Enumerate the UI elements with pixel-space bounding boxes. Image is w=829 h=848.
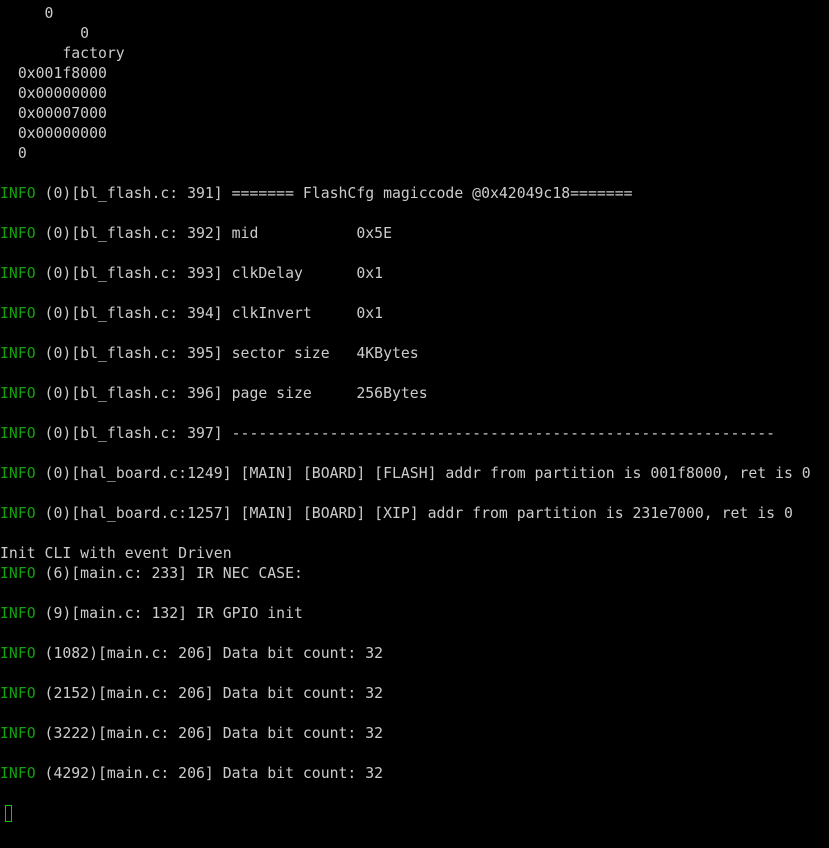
log-message-text: 0x00000000 xyxy=(0,125,107,142)
log-level-label: INFO xyxy=(0,185,36,202)
log-message-text: (0)[bl_flash.c: 391] ======= FlashCfg ma… xyxy=(35,185,633,202)
terminal-line: INFO (6)[main.c: 233] IR NEC CASE: xyxy=(0,564,829,584)
log-message-text: (2152)[main.c: 206] Data bit count: 32 xyxy=(35,685,384,702)
log-level-label: INFO xyxy=(0,505,36,522)
log-level-label: INFO xyxy=(0,345,36,362)
terminal-line: INFO (0)[bl_flash.c: 396] page size 256B… xyxy=(0,384,829,404)
log-level-label: INFO xyxy=(0,765,36,782)
log-message-text: (1082)[main.c: 206] Data bit count: 32 xyxy=(35,645,384,662)
terminal-line: INFO (0)[bl_flash.c: 395] sector size 4K… xyxy=(0,344,829,364)
terminal-line: 0x001f8000 xyxy=(0,64,829,84)
log-message-text: (0)[bl_flash.c: 393] clkDelay 0x1 xyxy=(35,265,384,282)
log-message-text: (9)[main.c: 132] IR GPIO init xyxy=(35,605,303,622)
log-message-text: 0 xyxy=(0,5,54,22)
log-message-text: (0)[bl_flash.c: 395] sector size 4KBytes xyxy=(35,345,419,362)
terminal-line: INFO (1082)[main.c: 206] Data bit count:… xyxy=(0,644,829,664)
terminal-line: 0 xyxy=(0,24,829,44)
log-message-text: (0)[bl_flash.c: 396] page size 256Bytes xyxy=(35,385,428,402)
terminal-line: INFO (4292)[main.c: 206] Data bit count:… xyxy=(0,764,829,784)
log-message-text: 0 xyxy=(0,25,90,42)
log-message-text: (0)[bl_flash.c: 392] mid 0x5E xyxy=(35,225,392,242)
log-message-text: 0x00007000 xyxy=(0,105,107,122)
log-message-text: (0)[bl_flash.c: 394] clkInvert 0x1 xyxy=(35,305,384,322)
log-level-label: INFO xyxy=(0,385,36,402)
terminal-line: INFO (0)[bl_flash.c: 391] ======= FlashC… xyxy=(0,184,829,204)
terminal-line: 0x00007000 xyxy=(0,104,829,124)
terminal-line: INFO (0)[bl_flash.c: 394] clkInvert 0x1 xyxy=(0,304,829,324)
terminal-line: INFO (9)[main.c: 132] IR GPIO init xyxy=(0,604,829,624)
log-message-text: (0)[bl_flash.c: 397] -------------------… xyxy=(35,425,776,442)
log-level-label: INFO xyxy=(0,265,36,282)
log-level-label: INFO xyxy=(0,465,36,482)
terminal-line: 0x00000000 xyxy=(0,84,829,104)
log-message-text: 0x001f8000 xyxy=(0,65,107,82)
terminal-line: factory xyxy=(0,44,829,64)
terminal-line: INFO (0)[bl_flash.c: 397] --------------… xyxy=(0,424,829,444)
log-level-label: INFO xyxy=(0,225,36,242)
log-level-label: INFO xyxy=(0,605,36,622)
log-message-text: (0)[hal_board.c:1249] [MAIN] [BOARD] [FL… xyxy=(35,465,811,482)
log-message-text: 0 xyxy=(0,145,27,162)
terminal-line: INFO (2152)[main.c: 206] Data bit count:… xyxy=(0,684,829,704)
log-level-label: INFO xyxy=(0,685,36,702)
terminal-output[interactable]: 0 0 factory 0x001f8000 0x00000000 0x0000… xyxy=(0,4,829,848)
text-cursor xyxy=(5,805,12,822)
terminal-line: INFO (0)[hal_board.c:1257] [MAIN] [BOARD… xyxy=(0,504,829,524)
terminal-line: INFO (0)[hal_board.c:1249] [MAIN] [BOARD… xyxy=(0,464,829,484)
log-message-text: factory xyxy=(0,45,125,62)
log-level-label: INFO xyxy=(0,305,36,322)
prompt-line[interactable] xyxy=(0,804,829,824)
terminal-line: 0x00000000 xyxy=(0,124,829,144)
log-level-label: INFO xyxy=(0,565,36,582)
terminal-line: 0 xyxy=(0,144,829,164)
log-message-text: (3222)[main.c: 206] Data bit count: 32 xyxy=(35,725,384,742)
terminal-line: INFO (0)[bl_flash.c: 392] mid 0x5E xyxy=(0,224,829,244)
terminal-line: INFO (0)[bl_flash.c: 393] clkDelay 0x1 xyxy=(0,264,829,284)
log-level-label: INFO xyxy=(0,725,36,742)
log-level-label: INFO xyxy=(0,425,36,442)
log-level-label: INFO xyxy=(0,645,36,662)
log-message-text: (4292)[main.c: 206] Data bit count: 32 xyxy=(35,765,384,782)
log-message-text: (0)[hal_board.c:1257] [MAIN] [BOARD] [XI… xyxy=(35,505,793,522)
log-message-text: 0x00000000 xyxy=(0,85,107,102)
terminal-line: 0 xyxy=(0,4,829,24)
log-message-text: (6)[main.c: 233] IR NEC CASE: xyxy=(35,565,303,582)
terminal-line: INFO (3222)[main.c: 206] Data bit count:… xyxy=(0,724,829,744)
terminal-line: Init CLI with event Driven xyxy=(0,544,829,564)
log-message-text: Init CLI with event Driven xyxy=(0,545,232,562)
